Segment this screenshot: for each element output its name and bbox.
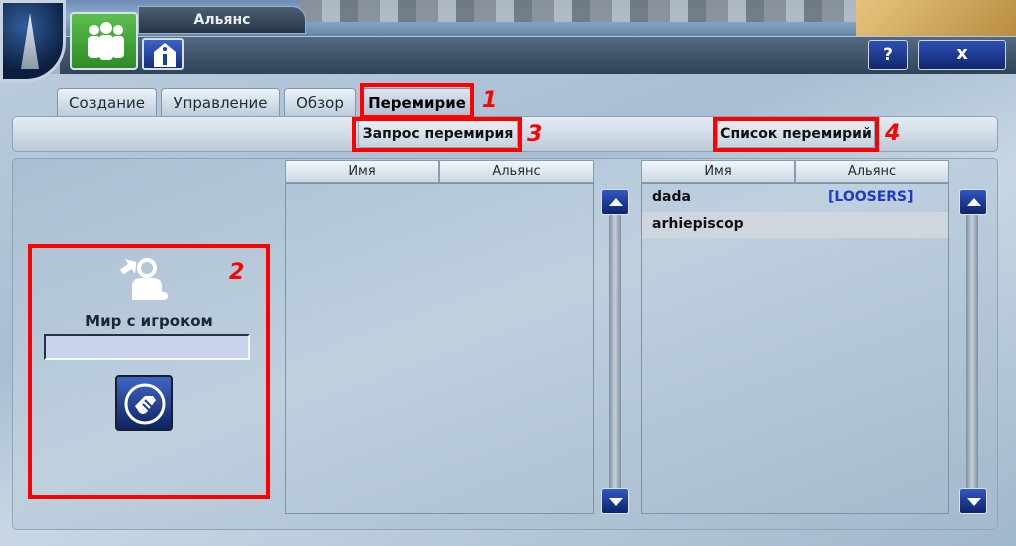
scroll-down-icon bbox=[609, 498, 623, 506]
scroll-up-icon bbox=[967, 198, 981, 206]
info-icon bbox=[154, 43, 176, 67]
tab-truce[interactable]: Перемирие bbox=[362, 88, 472, 118]
right-scroll-track[interactable] bbox=[966, 214, 978, 490]
annotation-number-1: 1 bbox=[482, 88, 498, 113]
table-row[interactable]: dada [LOOSERS] bbox=[642, 185, 948, 211]
user-peace-icon bbox=[119, 258, 168, 300]
left-scroll-down-button[interactable] bbox=[601, 488, 629, 514]
info-button[interactable] bbox=[142, 38, 184, 70]
window-title: Альянс bbox=[138, 6, 306, 34]
left-scroll-track[interactable] bbox=[609, 214, 621, 490]
send-truce-button[interactable] bbox=[115, 375, 173, 431]
help-button[interactable]: ? bbox=[868, 40, 908, 70]
close-button[interactable]: x bbox=[918, 40, 1006, 70]
right-col-name-header[interactable]: Имя bbox=[641, 160, 795, 183]
scenery-sand bbox=[856, 0, 1016, 36]
row-player-name: dada bbox=[652, 189, 691, 205]
right-scroll-up-button[interactable] bbox=[959, 189, 987, 215]
game-logo[interactable] bbox=[0, 0, 66, 82]
group-icon bbox=[88, 22, 124, 60]
annotation-number-4: 4 bbox=[885, 121, 901, 146]
tab-manage[interactable]: Управление bbox=[161, 88, 280, 118]
annotation-number-2: 2 bbox=[229, 260, 245, 285]
right-scroll-down-button[interactable] bbox=[959, 488, 987, 514]
table-row-selected[interactable]: arhiepiscop bbox=[642, 212, 948, 238]
left-scroll-up-button[interactable] bbox=[601, 189, 629, 215]
tab-overview[interactable]: Обзор bbox=[284, 88, 356, 118]
player-name-field[interactable] bbox=[44, 334, 250, 360]
handshake-icon bbox=[124, 383, 166, 425]
scenery-rocks bbox=[300, 0, 860, 22]
row-alliance-tag[interactable]: [LOOSERS] bbox=[828, 189, 914, 205]
row-player-name: arhiepiscop bbox=[652, 216, 744, 232]
scroll-up-icon bbox=[609, 198, 623, 206]
alliance-section-button[interactable] bbox=[70, 12, 138, 70]
left-col-alliance-header[interactable]: Альянс bbox=[439, 160, 594, 183]
left-col-name-header[interactable]: Имя bbox=[285, 160, 439, 183]
peace-with-player-label: Мир с игроком bbox=[85, 312, 213, 330]
scroll-down-icon bbox=[967, 498, 981, 506]
truce-list-button[interactable]: Список перемирий bbox=[717, 120, 875, 148]
left-table-body[interactable] bbox=[285, 183, 594, 514]
logo-spire-icon bbox=[21, 13, 39, 69]
truce-request-button[interactable]: Запрос перемирия bbox=[358, 120, 518, 148]
tab-create[interactable]: Создание bbox=[57, 88, 157, 118]
annotation-number-3: 3 bbox=[527, 122, 543, 147]
right-col-alliance-header[interactable]: Альянс bbox=[795, 160, 949, 183]
